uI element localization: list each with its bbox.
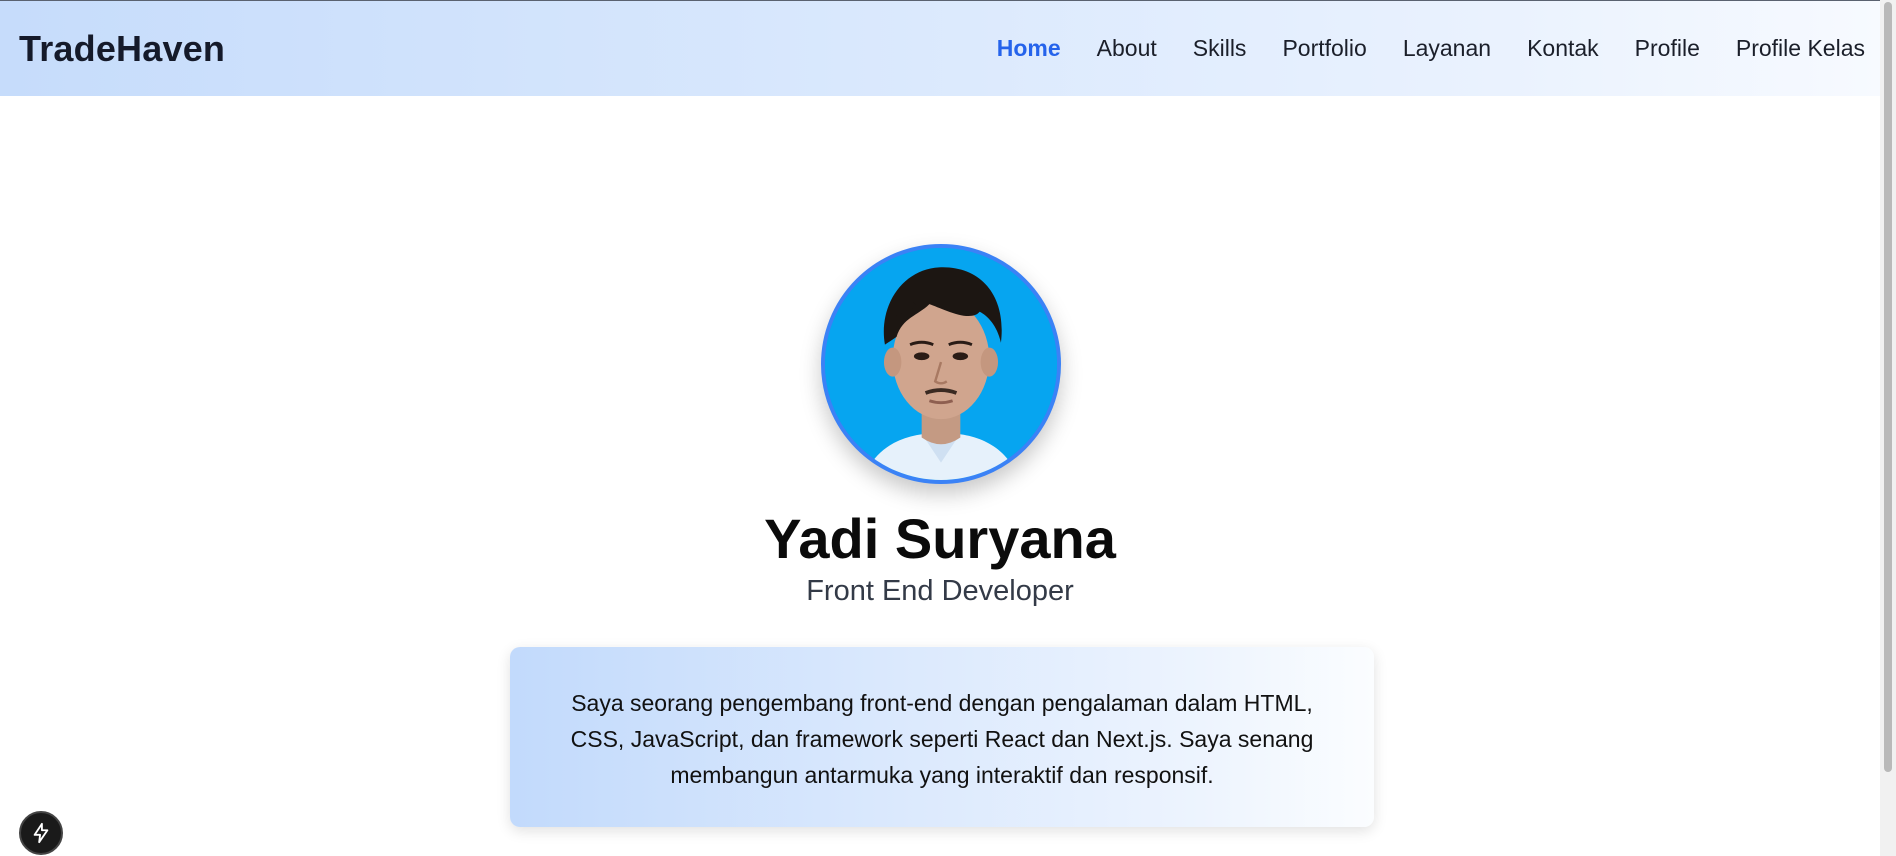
nav-link-profile-kelas[interactable]: Profile Kelas xyxy=(1736,35,1865,62)
bio-text: Saya seorang pengembang front-end dengan… xyxy=(570,690,1314,788)
nav-link-portfolio[interactable]: Portfolio xyxy=(1282,35,1366,62)
nav-link-about[interactable]: About xyxy=(1097,35,1157,62)
page: TradeHaven Home About Skills Portfolio L… xyxy=(0,0,1896,856)
scrollbar-thumb[interactable] xyxy=(1884,2,1892,772)
nav-link-home[interactable]: Home xyxy=(997,35,1061,62)
scrollbar[interactable] xyxy=(1880,0,1896,856)
profile-role: Front End Developer xyxy=(806,575,1074,607)
nav-links: Home About Skills Portfolio Layanan Kont… xyxy=(961,35,1865,62)
navbar: TradeHaven Home About Skills Portfolio L… xyxy=(0,0,1880,96)
brand-logo[interactable]: TradeHaven xyxy=(19,28,225,70)
profile-name: Yadi Suryana xyxy=(764,507,1116,570)
profile-photo-illustration xyxy=(825,248,1057,480)
nav-link-skills[interactable]: Skills xyxy=(1193,35,1247,62)
nav-link-kontak[interactable]: Kontak xyxy=(1527,35,1599,62)
bio-card: Saya seorang pengembang front-end dengan… xyxy=(510,647,1374,827)
lightning-bolt-icon xyxy=(33,822,49,844)
nav-link-layanan[interactable]: Layanan xyxy=(1403,35,1491,62)
nav-link-profile[interactable]: Profile xyxy=(1635,35,1700,62)
dev-tools-button[interactable] xyxy=(19,811,63,855)
profile-photo xyxy=(821,244,1061,484)
